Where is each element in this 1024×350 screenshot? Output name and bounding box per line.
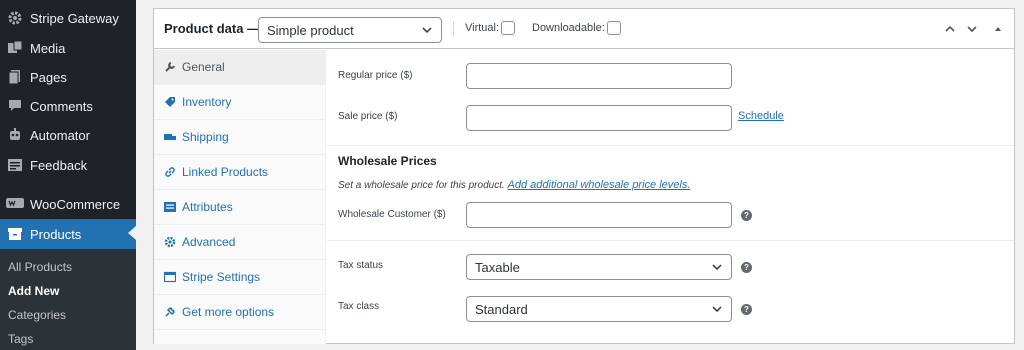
move-up-button[interactable] — [942, 21, 958, 37]
help-icon[interactable]: ? — [741, 210, 752, 221]
feedback-icon — [6, 156, 24, 174]
wholesale-customer-label: Wholesale Customer ($) — [338, 209, 446, 220]
list-icon — [164, 201, 176, 213]
submenu-tags[interactable]: Tags — [8, 332, 33, 346]
tax-status-label: Tax status — [338, 260, 384, 271]
help-icon[interactable]: ? — [741, 262, 752, 273]
sidebar-item-comments[interactable]: Comments — [0, 92, 136, 120]
gear-icon — [6, 9, 24, 27]
sidebar-item-automator[interactable]: Automator — [0, 121, 136, 149]
sidebar-item-label: Products — [30, 226, 82, 242]
product-data-tabs: General Inventory Shipping Linked Produc… — [154, 50, 326, 344]
sidebar-item-products[interactable]: Products — [0, 219, 136, 249]
section-divider — [327, 145, 1014, 146]
tax-status-select[interactable]: Taxable — [466, 254, 732, 280]
chevron-down-icon — [422, 27, 432, 34]
downloadable-option: Downloadable: — [532, 21, 621, 35]
schedule-link[interactable]: Schedule — [738, 110, 784, 122]
chevron-down-icon — [712, 264, 722, 271]
sidebar-item-woocommerce[interactable]: WooCommerce — [0, 190, 136, 218]
products-submenu: All Products Add New Categories Tags — [0, 249, 136, 350]
sidebar-item-label: Automator — [30, 127, 90, 143]
downloadable-label: Downloadable: — [532, 22, 605, 34]
submenu-categories[interactable]: Categories — [8, 308, 66, 322]
section-divider — [327, 240, 1014, 241]
tab-inventory[interactable]: Inventory — [154, 85, 326, 120]
tab-stripe-settings[interactable]: Stripe Settings — [154, 260, 326, 295]
virtual-checkbox[interactable] — [501, 21, 516, 35]
tab-label: Shipping — [182, 130, 229, 144]
products-icon — [6, 225, 24, 243]
sidebar-item-label: Comments — [30, 98, 93, 114]
virtual-option: Virtual: — [465, 21, 516, 35]
regular-price-input[interactable] — [466, 63, 732, 89]
tax-class-label: Tax class — [338, 301, 380, 312]
tag-icon — [164, 96, 176, 108]
downloadable-checkbox[interactable] — [606, 21, 621, 35]
chevron-down-icon — [967, 26, 977, 33]
panel-title: Product data — — [164, 21, 261, 36]
window-icon — [164, 271, 176, 283]
woocommerce-icon — [6, 195, 24, 213]
tab-get-more-options[interactable]: Get more options — [154, 295, 326, 330]
sidebar-item-label: Stripe Gateway — [30, 10, 119, 26]
sidebar-item-media[interactable]: Media — [0, 34, 136, 62]
wholesale-customer-input[interactable] — [466, 202, 732, 228]
tab-general[interactable]: General — [154, 50, 326, 85]
add-wholesale-levels-link[interactable]: Add additional wholesale price levels. — [508, 179, 691, 191]
sidebar-item-feedback[interactable]: Feedback — [0, 151, 136, 179]
wholesale-desc-text: Set a wholesale price for this product. — [338, 180, 505, 191]
tab-shipping[interactable]: Shipping — [154, 120, 326, 155]
sale-price-label: Sale price ($) — [338, 111, 398, 122]
virtual-label: Virtual: — [465, 22, 500, 34]
gear-icon — [164, 236, 176, 248]
chevron-down-icon — [712, 306, 722, 313]
help-icon[interactable]: ? — [741, 304, 752, 315]
menu-separator — [0, 183, 136, 184]
product-data-panel: Product data — Simple product Virtual: D… — [153, 8, 1015, 344]
automator-icon — [6, 126, 24, 144]
panel-header: Product data — Simple product Virtual: D… — [154, 9, 1014, 49]
tab-label: Attributes — [182, 200, 233, 214]
submenu-all-products[interactable]: All Products — [8, 260, 72, 274]
submenu-add-new[interactable]: Add New — [8, 284, 59, 298]
wrench-icon — [164, 61, 176, 73]
sidebar-item-label: Media — [30, 40, 66, 56]
plugin-icon — [164, 306, 176, 318]
tax-class-value: Standard — [475, 301, 528, 317]
media-icon — [6, 39, 24, 57]
pages-icon — [6, 68, 24, 86]
tax-class-select[interactable]: Standard — [466, 296, 732, 322]
sale-price-input[interactable] — [466, 105, 732, 131]
admin-sidebar: Stripe Gateway Media Pages Comments Auto… — [0, 0, 136, 350]
wholesale-description: Set a wholesale price for this product. … — [338, 179, 690, 191]
sidebar-item-label: Feedback — [30, 157, 88, 173]
wholesale-prices-title: Wholesale Prices — [338, 154, 437, 168]
tab-label: Advanced — [182, 235, 236, 249]
move-down-button[interactable] — [964, 21, 980, 37]
product-type-value: Simple product — [267, 22, 354, 38]
tab-linked-products[interactable]: Linked Products — [154, 155, 326, 190]
tax-status-value: Taxable — [475, 259, 520, 275]
truck-icon — [164, 131, 176, 143]
sidebar-item-pages[interactable]: Pages — [0, 63, 136, 91]
header-divider — [453, 21, 454, 37]
triangle-up-icon — [995, 27, 1001, 31]
tab-label: Get more options — [182, 305, 275, 319]
tab-label: Stripe Settings — [182, 270, 261, 284]
tab-label: Inventory — [182, 95, 232, 109]
collapse-toggle-button[interactable] — [990, 21, 1006, 37]
comments-icon — [6, 97, 24, 115]
tab-label: General — [182, 60, 225, 74]
sidebar-item-stripe-gateway[interactable]: Stripe Gateway — [0, 4, 136, 32]
tab-label: Linked Products — [182, 165, 269, 179]
chevron-up-icon — [945, 25, 955, 32]
sidebar-item-label: Pages — [30, 69, 67, 85]
sidebar-item-label: WooCommerce — [30, 196, 121, 212]
product-type-select[interactable]: Simple product — [258, 17, 442, 43]
tab-attributes[interactable]: Attributes — [154, 190, 326, 225]
tab-advanced[interactable]: Advanced — [154, 225, 326, 260]
link-icon — [164, 166, 176, 178]
regular-price-label: Regular price ($) — [338, 70, 413, 81]
